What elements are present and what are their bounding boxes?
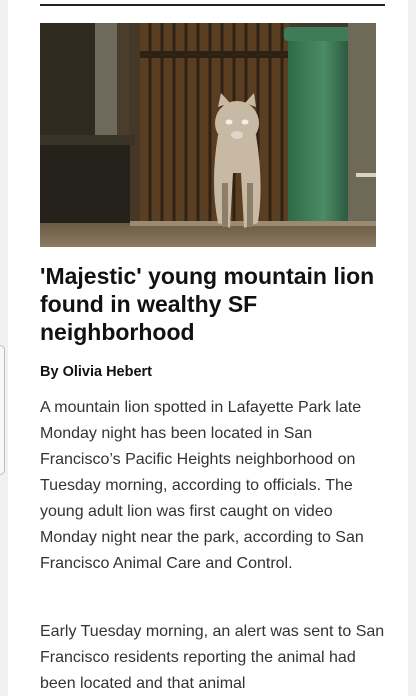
article-paragraph: Early Tuesday morning, an alert was sent… bbox=[40, 623, 385, 692]
article-paragraph: A mountain lion spotted in Lafayette Par… bbox=[40, 399, 364, 572]
top-divider bbox=[40, 4, 385, 6]
side-edge-tab[interactable] bbox=[0, 345, 5, 475]
article-headline: 'Majestic' young mountain lion found in … bbox=[40, 263, 375, 345]
hero-image bbox=[40, 23, 376, 247]
mountain-lion-photo bbox=[40, 23, 376, 247]
article-page: 'Majestic' young mountain lion found in … bbox=[8, 0, 408, 696]
article-byline[interactable]: By Olivia Hebert bbox=[40, 364, 152, 380]
